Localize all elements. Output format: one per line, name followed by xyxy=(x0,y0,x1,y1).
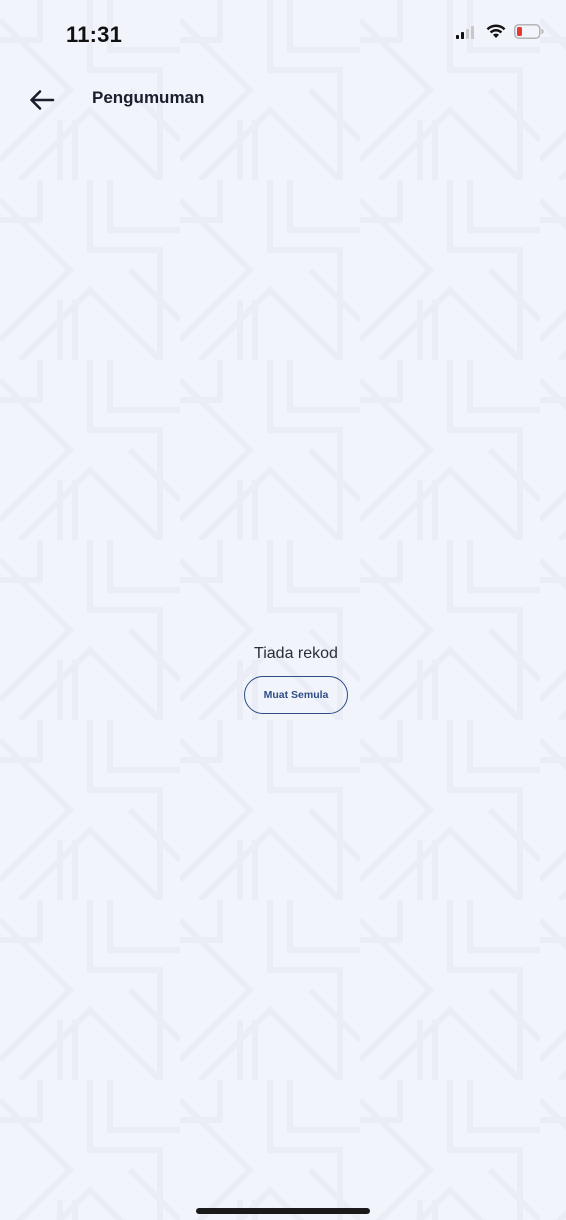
empty-message: Tiada rekod xyxy=(254,645,338,662)
background-pattern xyxy=(0,0,566,1220)
back-button[interactable] xyxy=(24,84,60,116)
status-bar: 11:31 xyxy=(0,0,566,70)
status-icons xyxy=(456,24,544,39)
battery-low-icon xyxy=(514,24,544,39)
page-title: Pengumuman xyxy=(92,88,205,107)
status-time: 11:31 xyxy=(66,22,123,47)
arrow-left-icon xyxy=(30,90,55,110)
wifi-icon xyxy=(486,24,506,38)
home-indicator[interactable] xyxy=(196,1208,370,1214)
reload-button[interactable]: Muat Semula xyxy=(244,676,348,714)
empty-state: Tiada rekod Muat Semula xyxy=(0,642,566,714)
cellular-signal-icon xyxy=(456,25,474,39)
app-screen: 11:31 Pengumuman Tiada rekod Muat Semula xyxy=(0,0,566,1220)
app-header: Pengumuman xyxy=(0,78,566,122)
